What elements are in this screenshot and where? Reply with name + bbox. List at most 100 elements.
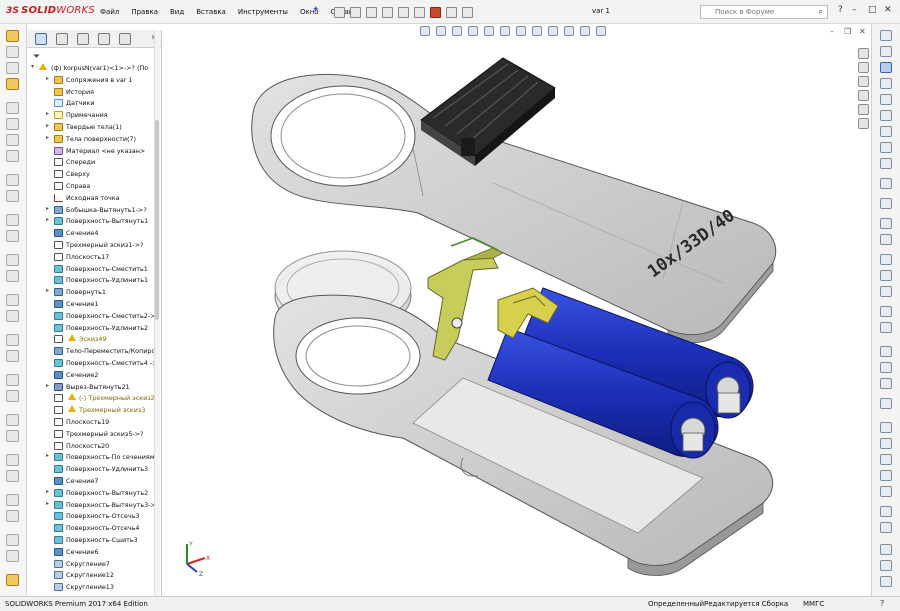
help-icon[interactable]: ? — [838, 5, 843, 15]
tree-item[interactable]: Поверхность-Сместить2->? — [27, 311, 161, 322]
tree-item[interactable]: Сечение6 — [27, 547, 161, 558]
viewport-close-icon[interactable]: ✕ — [859, 27, 866, 36]
appearances-icon[interactable] — [858, 104, 869, 115]
weldments-icon[interactable] — [6, 454, 19, 466]
ellipse-tool-icon[interactable] — [880, 158, 892, 169]
tree-item[interactable]: Плоскость17 — [27, 252, 161, 263]
smart-dimension-icon[interactable] — [6, 46, 19, 58]
tree-item[interactable]: Плоскость20 — [27, 441, 161, 452]
curves-icon[interactable] — [6, 294, 19, 306]
tree-item[interactable]: ▸ Примечания — [27, 110, 161, 121]
tree-item[interactable]: Плоскость19 — [27, 417, 161, 428]
tree-item[interactable]: История — [27, 87, 161, 98]
tree-item[interactable]: Исходная точка — [27, 193, 161, 204]
trim-entities-icon[interactable] — [880, 254, 892, 265]
forum-search-input[interactable]: Поиск в Форуме ⌕ — [700, 5, 828, 19]
circle-tool-icon[interactable] — [880, 94, 892, 105]
spline-tool-icon[interactable] — [880, 126, 892, 137]
minimize-icon[interactable]: – — [852, 5, 857, 15]
tree-scrollbar-thumb[interactable] — [155, 120, 159, 320]
expand-arrow-icon[interactable]: ▸ — [46, 75, 49, 82]
arc-tool-icon[interactable] — [880, 110, 892, 121]
tree-item[interactable]: Справа — [27, 181, 161, 192]
viewport-restore-icon[interactable]: ❐ — [844, 27, 851, 36]
line-sketch-icon[interactable] — [880, 62, 892, 73]
sketch-picture-icon[interactable] — [880, 454, 892, 465]
expand-arrow-icon[interactable]: ▸ — [46, 488, 49, 495]
close-icon[interactable]: ✕ — [884, 5, 892, 15]
file-properties-icon[interactable] — [446, 7, 457, 18]
expand-arrow-icon[interactable]: ▾ — [31, 63, 34, 70]
extrude-icon[interactable] — [6, 102, 19, 114]
rib-icon[interactable] — [6, 230, 19, 242]
menu-edit[interactable]: Правка — [131, 6, 158, 20]
features-tool-icon[interactable] — [6, 78, 19, 90]
loft-icon[interactable] — [6, 150, 19, 162]
menu-file[interactable]: Файл — [100, 6, 119, 20]
view-orientation-icon[interactable] — [500, 26, 510, 36]
expand-arrow-icon[interactable]: ▸ — [46, 216, 49, 223]
display-relations-icon[interactable] — [880, 346, 892, 357]
tree-item[interactable]: Скругление13 — [27, 582, 161, 593]
new-document-icon[interactable] — [334, 7, 345, 18]
status-units[interactable]: ММГС — [803, 600, 824, 608]
property-manager-tab-icon[interactable] — [56, 33, 68, 45]
line-tool-icon[interactable] — [6, 62, 19, 74]
solidworks-logo[interactable]: 3S SOLIDWORKS — [6, 5, 95, 19]
tree-item[interactable]: ▸ Поверхность-Вытянуть1 — [27, 216, 161, 227]
tree-item[interactable]: (-) Трехмерный эскиз2- — [27, 393, 161, 404]
options-icon[interactable] — [462, 7, 473, 18]
knit-tool-icon[interactable] — [6, 350, 19, 362]
instant2d-icon[interactable] — [880, 422, 892, 433]
shaded-contours-icon[interactable] — [880, 438, 892, 449]
cut-with-surface-icon[interactable] — [6, 430, 19, 442]
tree-item[interactable]: Поверхность-Удлинить2 — [27, 323, 161, 334]
tree-item[interactable]: Трехмерный эскиз3 — [27, 405, 161, 416]
point-tool-icon[interactable] — [880, 178, 892, 189]
tree-item[interactable]: Поверхность-Сместить4 -> — [27, 358, 161, 369]
tree-item[interactable]: Трехмерный эскиз5->? — [27, 429, 161, 440]
tree-item[interactable]: Трехмерный эскиз1->? — [27, 240, 161, 251]
mold-tools-icon[interactable] — [6, 494, 19, 506]
tree-item[interactable]: Тело-Переместить/Копиров — [27, 346, 161, 357]
expand-arrow-icon[interactable]: ▸ — [46, 287, 49, 294]
surface-tool-icon[interactable] — [6, 334, 19, 346]
thicken-icon[interactable] — [6, 414, 19, 426]
save-icon[interactable] — [366, 7, 377, 18]
offset-entities-icon[interactable] — [880, 286, 892, 297]
trim-tool-icon[interactable] — [6, 374, 19, 386]
mirror-entities-icon[interactable] — [880, 234, 892, 245]
shell-icon[interactable] — [6, 214, 19, 226]
previous-view-icon[interactable] — [452, 26, 462, 36]
viewport-minimize-icon[interactable]: – — [830, 27, 834, 36]
text-tool-icon[interactable] — [880, 198, 892, 209]
open-icon[interactable] — [350, 7, 361, 18]
display-icon[interactable] — [596, 26, 606, 36]
corner-rectangle-icon[interactable] — [880, 78, 892, 89]
sketch-block-icon[interactable] — [880, 470, 892, 481]
display-manager-tab-icon[interactable] — [119, 33, 131, 45]
tree-item[interactable]: ▸ Сопряжения в var 1 — [27, 75, 161, 86]
design-library-icon[interactable] — [858, 62, 869, 73]
graphics-viewport[interactable]: 10x/33D/40 Y X Z — [163, 38, 871, 596]
quick-snaps-icon[interactable] — [880, 378, 892, 389]
offset-tool-icon[interactable] — [6, 390, 19, 402]
appearance-tool-icon[interactable] — [880, 544, 892, 555]
feature-tree-tab-icon[interactable] — [35, 33, 47, 45]
tree-item[interactable]: Поверхность-Сшить3 — [27, 535, 161, 546]
expand-arrow-icon[interactable]: ▸ — [46, 122, 49, 129]
tree-item[interactable]: Скругление12 — [27, 570, 161, 581]
select-icon[interactable] — [414, 7, 425, 18]
tree-item[interactable]: ▸ Бобышка-Вытянуть1->? — [27, 205, 161, 216]
tree-item[interactable]: ▸ Поверхность-Вытянуть2 — [27, 488, 161, 499]
search-icon[interactable]: ⌕ — [819, 7, 823, 17]
tree-item[interactable]: Сечение7 — [27, 476, 161, 487]
derived-sketch-icon[interactable] — [880, 522, 892, 533]
render-tools-icon[interactable] — [6, 574, 19, 586]
tree-item[interactable]: Материал <не указан> — [27, 146, 161, 157]
evaluate-icon[interactable] — [6, 510, 19, 522]
menu-insert[interactable]: Вставка — [196, 6, 226, 20]
view-settings-icon[interactable] — [580, 26, 590, 36]
tree-item[interactable]: Сверху — [27, 169, 161, 180]
addins-icon[interactable] — [6, 534, 19, 546]
